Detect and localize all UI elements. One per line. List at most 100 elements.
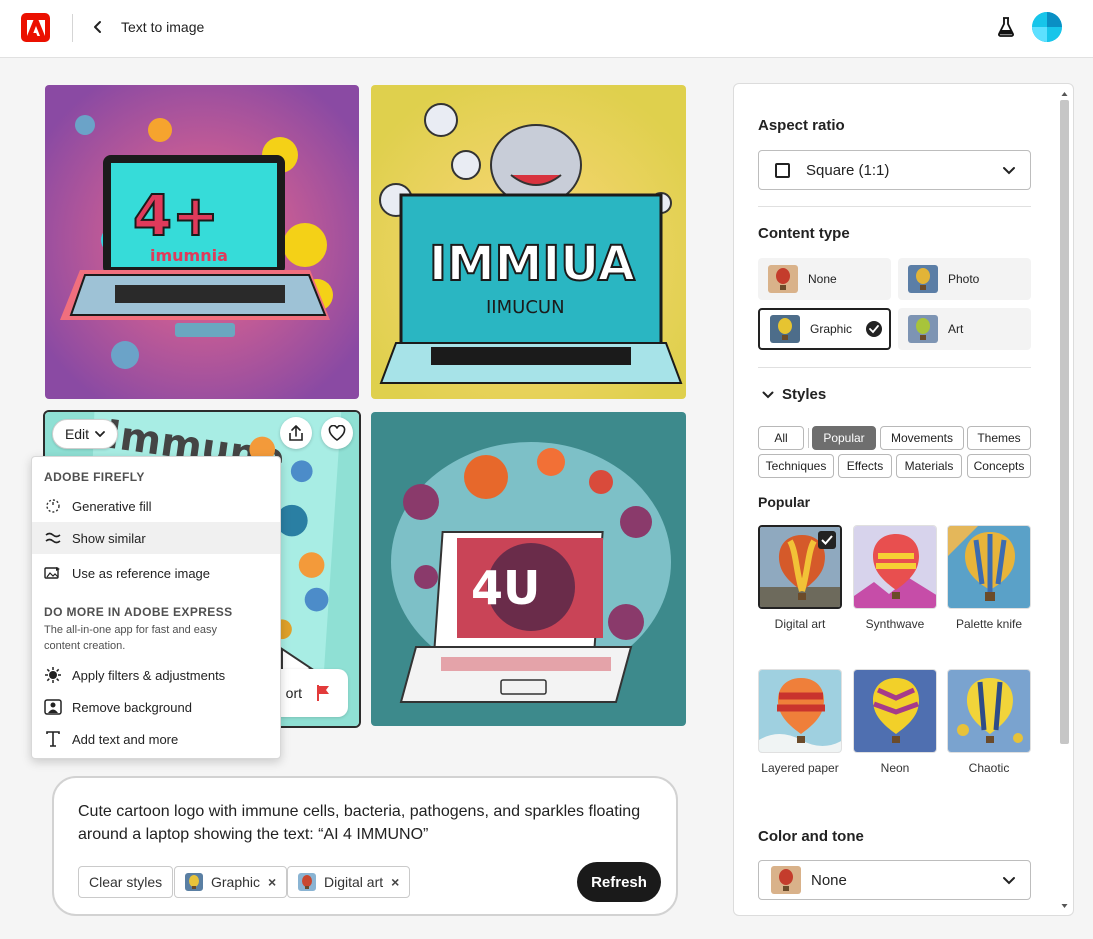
tag-themes[interactable]: Themes <box>967 426 1031 450</box>
chip-digital-art[interactable]: Digital art × <box>287 866 411 898</box>
reference-image-icon <box>44 564 62 582</box>
tag-techniques[interactable]: Techniques <box>758 454 834 478</box>
color-tone-select[interactable]: None <box>758 860 1031 900</box>
divider <box>758 206 1031 207</box>
style-thumbnail <box>853 669 937 753</box>
content-type-title: Content type <box>758 225 850 242</box>
style-label: Digital art <box>774 617 826 631</box>
share-icon <box>289 425 303 441</box>
chevron-down-icon <box>1003 167 1015 175</box>
generative-fill-icon <box>44 497 62 515</box>
content-type-label: Art <box>948 322 964 336</box>
content-type-none[interactable]: None <box>758 258 891 300</box>
styles-title: Styles <box>782 386 827 403</box>
style-label: Synthwave <box>865 617 925 631</box>
edit-button[interactable]: Edit <box>52 419 118 449</box>
chevron-down-icon <box>1003 877 1015 885</box>
style-digital-art[interactable]: Digital art <box>758 525 842 631</box>
menu-item-remove-background[interactable]: Remove background <box>32 691 280 723</box>
svg-text:4U: 4U <box>471 561 540 615</box>
chevron-down-icon <box>762 391 774 398</box>
back-chevron-icon[interactable] <box>88 17 108 37</box>
style-thumbnail <box>853 525 937 609</box>
chevron-down-icon <box>95 431 105 437</box>
style-palette-knife[interactable]: Palette knife <box>947 525 1031 631</box>
content-type-photo[interactable]: Photo <box>898 258 1031 300</box>
menu-item-label: Use as reference image <box>72 565 211 581</box>
tag-movements[interactable]: Movements <box>880 426 964 450</box>
generated-image-4[interactable]: 4U <box>371 412 686 726</box>
style-checkbox-icon <box>818 531 836 549</box>
share-button[interactable] <box>280 417 312 449</box>
divider <box>758 367 1031 368</box>
balloon-thumbnail <box>908 315 938 343</box>
square-icon <box>775 162 790 178</box>
balloon-thumbnail <box>771 866 801 894</box>
balloon-thumbnail <box>768 265 798 293</box>
style-chaotic[interactable]: Chaotic <box>947 669 1031 775</box>
menu-section-firefly: ADOBE FIREFLY <box>44 470 145 484</box>
menu-item-label: Generative fill <box>72 498 152 514</box>
menu-item-generative-fill[interactable]: Generative fill <box>32 490 280 522</box>
aspect-ratio-select[interactable]: Square (1:1) <box>758 150 1031 190</box>
favorite-button[interactable] <box>321 417 353 449</box>
generated-image-2[interactable]: IMMIUA IIMUCUN <box>371 85 686 399</box>
clear-styles-button[interactable]: Clear styles <box>78 866 174 898</box>
aspect-ratio-title: Aspect ratio <box>758 117 845 134</box>
checkmark-circle-icon <box>866 321 882 337</box>
svg-text:IMMIUA: IMMIUA <box>429 236 635 292</box>
content-type-art[interactable]: Art <box>898 308 1031 350</box>
flask-icon[interactable] <box>994 15 1018 39</box>
menu-item-add-text[interactable]: Add text and more <box>32 723 280 755</box>
color-tone-value: None <box>811 871 847 889</box>
menu-section-description: The all-in-one app for fast and easy con… <box>44 624 218 652</box>
aspect-ratio-value: Square (1:1) <box>806 161 890 179</box>
menu-item-apply-filters[interactable]: Apply filters & adjustments <box>32 659 280 691</box>
refresh-button[interactable]: Refresh <box>577 862 661 902</box>
prompt-input[interactable]: Cute cartoon logo with immune cells, bac… <box>78 800 668 846</box>
style-synthwave[interactable]: Synthwave <box>853 525 937 631</box>
content-type-label: Graphic <box>810 322 853 336</box>
svg-text:imumnia: imumnia <box>150 246 228 265</box>
scrollbar-thumb[interactable] <box>1060 100 1069 744</box>
show-similar-icon <box>44 529 62 547</box>
adobe-logo-icon[interactable] <box>21 13 50 42</box>
style-label: Chaotic <box>968 761 1010 775</box>
chip-label: Digital art <box>324 874 384 890</box>
generated-image-1[interactable]: 4+ imumnia <box>45 85 359 399</box>
remove-chip-icon[interactable]: × <box>268 874 276 890</box>
style-thumbnail <box>947 525 1031 609</box>
edit-menu: ADOBE FIREFLY Generative fill Show simil… <box>31 456 281 759</box>
menu-item-label: Remove background <box>72 699 192 715</box>
tag-separator <box>808 428 809 448</box>
menu-item-show-similar[interactable]: Show similar <box>32 522 280 554</box>
styles-toggle[interactable]: Styles <box>762 386 826 403</box>
balloon-thumbnail <box>770 315 800 343</box>
svg-text:IIMUCUN: IIMUCUN <box>486 297 565 318</box>
menu-item-label: Add text and more <box>72 731 179 747</box>
menu-item-label: Show similar <box>72 530 146 546</box>
tag-materials[interactable]: Materials <box>896 454 962 478</box>
style-layered-paper[interactable]: Layered paper <box>758 669 842 775</box>
menu-item-use-as-reference[interactable]: Use as reference image <box>32 557 280 589</box>
chip-label: Graphic <box>211 874 261 890</box>
tag-all[interactable]: All <box>758 426 804 450</box>
style-label: Layered paper <box>761 761 839 775</box>
graphic-thumbnail <box>185 873 203 891</box>
content-type-graphic[interactable]: Graphic <box>758 308 891 350</box>
page-title: Text to image <box>121 19 205 35</box>
content-type-label: None <box>808 272 837 286</box>
digital-art-thumbnail <box>298 873 316 891</box>
style-thumbnail <box>947 669 1031 753</box>
chip-graphic[interactable]: Graphic × <box>174 866 288 898</box>
content-type-label: Photo <box>948 272 980 286</box>
remove-chip-icon[interactable]: × <box>391 874 399 890</box>
tag-concepts[interactable]: Concepts <box>967 454 1031 478</box>
remove-background-icon <box>44 698 62 716</box>
avatar[interactable] <box>1032 12 1062 42</box>
style-neon[interactable]: Neon <box>853 669 937 775</box>
style-label: Palette knife <box>955 617 1023 631</box>
tag-effects[interactable]: Effects <box>838 454 892 478</box>
style-thumbnail <box>758 525 842 609</box>
tag-popular[interactable]: Popular <box>812 426 876 450</box>
